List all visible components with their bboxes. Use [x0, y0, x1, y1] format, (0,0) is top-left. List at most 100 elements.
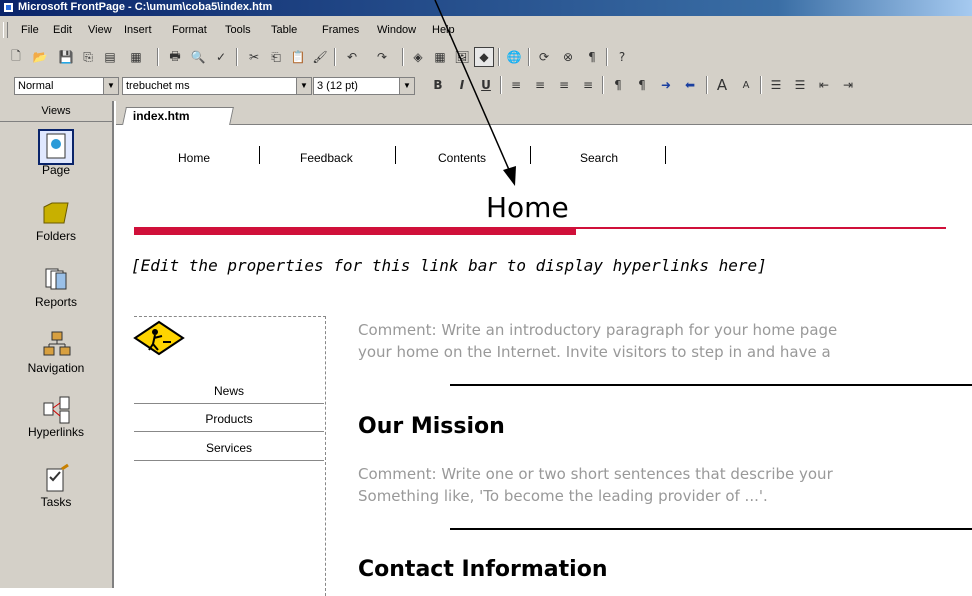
menu-table[interactable]: Table	[271, 24, 297, 36]
menu-insert[interactable]: Insert	[124, 24, 152, 36]
toolbar-separator	[706, 76, 708, 94]
nav-link-contents[interactable]: Contents	[438, 151, 486, 165]
cut-icon[interactable]: ✂	[244, 47, 264, 67]
reports-icon	[40, 263, 72, 295]
menu-window[interactable]: Window	[377, 24, 416, 36]
ltr-icon[interactable]: ¶	[608, 75, 628, 95]
menubar-grip[interactable]	[3, 22, 8, 38]
copy-icon[interactable]: ⎗	[266, 47, 286, 67]
menu-help[interactable]: Help	[432, 24, 455, 36]
comment-line: Something like, 'To become the leading p…	[358, 487, 768, 505]
align-right-icon[interactable]: ≡	[554, 75, 574, 95]
menu-format[interactable]: Format	[172, 24, 207, 36]
outdent-icon[interactable]: ⬅	[680, 75, 700, 95]
chevron-down-icon[interactable]: ▼	[399, 78, 414, 94]
views-item-page[interactable]: Page	[0, 129, 112, 177]
views-item-label: Folders	[35, 229, 76, 243]
page-icon	[38, 129, 74, 165]
side-link-news[interactable]: News	[134, 377, 324, 405]
window-title: Microsoft FrontPage - C:\umum\coba5\inde…	[18, 1, 273, 13]
nav-link-search[interactable]: Search	[580, 151, 618, 165]
side-link-services[interactable]: Services	[134, 434, 324, 462]
intro-comment[interactable]: Comment: Write an introductory paragraph…	[358, 319, 837, 363]
frontpage-app-icon[interactable]	[3, 2, 14, 13]
undo-icon[interactable]: ↶	[342, 47, 362, 67]
indent-icon[interactable]: ➜	[656, 75, 676, 95]
tasks-icon	[40, 463, 72, 495]
open-icon[interactable]: 📂	[30, 47, 50, 67]
insert-picture-icon[interactable]: 🖼	[452, 47, 472, 67]
bold-button[interactable]: B	[428, 75, 448, 95]
views-toggle-icon[interactable]: ▦	[126, 47, 146, 67]
style-dropdown[interactable]: Normal ▼	[14, 77, 119, 95]
mission-heading: Our Mission	[358, 414, 505, 439]
font-dropdown[interactable]: trebuchet ms ▼	[122, 77, 312, 95]
hyperlinks-icon	[40, 393, 72, 425]
tab-index[interactable]: index.htm	[122, 107, 234, 125]
insert-table-icon[interactable]: ▦	[430, 47, 450, 67]
toolbar-separator	[236, 48, 238, 66]
toolbar-separator	[402, 48, 404, 66]
new-page-icon[interactable]: 🗋	[6, 47, 26, 67]
views-bar: Views Page Folders Reports Navigation Hy…	[0, 101, 114, 588]
mission-comment[interactable]: Comment: Write one or two short sentence…	[358, 463, 833, 507]
nav-link-feedback[interactable]: Feedback	[300, 151, 353, 165]
side-divider	[134, 431, 324, 432]
views-item-navigation[interactable]: Navigation	[0, 329, 112, 375]
menu-view[interactable]: View	[88, 24, 112, 36]
toolbar-separator	[602, 76, 604, 94]
toolbar-separator	[334, 48, 336, 66]
side-link-products[interactable]: Products	[134, 405, 324, 433]
menu-edit[interactable]: Edit	[53, 24, 72, 36]
save-icon[interactable]: 💾	[56, 47, 76, 67]
views-item-label: Navigation	[27, 361, 85, 375]
web-component-icon[interactable]: ◈	[408, 47, 428, 67]
increase-font-icon[interactable]: A	[712, 75, 732, 95]
align-left-icon[interactable]: ≡	[506, 75, 526, 95]
publish-icon[interactable]: ⎘	[78, 47, 98, 67]
views-item-label: Page	[41, 163, 71, 177]
chevron-down-icon[interactable]: ▼	[296, 78, 311, 94]
toolbar-separator	[498, 48, 500, 66]
bullets-icon[interactable]: ☰	[790, 75, 810, 95]
rtl-icon[interactable]: ¶	[632, 75, 652, 95]
format-painter-icon[interactable]: 🖌	[310, 47, 330, 67]
justify-icon[interactable]: ≡	[578, 75, 598, 95]
contact-heading: Contact Information	[358, 557, 608, 582]
preview-icon[interactable]: 🔍	[188, 47, 208, 67]
views-item-hyperlinks[interactable]: Hyperlinks	[0, 393, 112, 439]
title-bar: Microsoft FrontPage - C:\umum\coba5\inde…	[0, 0, 972, 16]
help-icon[interactable]: ?	[612, 47, 632, 67]
nav-separator	[395, 146, 396, 164]
paste-icon[interactable]: 📋	[288, 47, 308, 67]
align-center-icon[interactable]: ≡	[530, 75, 550, 95]
refresh-icon[interactable]: ⟳	[534, 47, 554, 67]
spelling-icon[interactable]: ✓	[211, 47, 231, 67]
views-item-tasks[interactable]: Tasks	[0, 463, 112, 509]
font-size-dropdown[interactable]: 3 (12 pt) ▼	[313, 77, 415, 95]
italic-button[interactable]: I	[452, 75, 472, 95]
heading-rule-bar	[134, 227, 576, 235]
numbering-icon[interactable]: ☰	[766, 75, 786, 95]
stop-icon[interactable]: ⊗	[558, 47, 578, 67]
print-icon[interactable]: 🖶	[165, 47, 185, 67]
nav-link-home[interactable]: Home	[178, 151, 210, 165]
linkbar-placeholder[interactable]: [Edit the properties for this link bar t…	[131, 256, 767, 275]
font-size-value: 3 (12 pt)	[317, 80, 358, 92]
underline-button[interactable]: U	[476, 75, 496, 95]
folder-list-icon[interactable]: ▤	[100, 47, 120, 67]
menu-file[interactable]: File	[21, 24, 39, 36]
drawing-icon[interactable]: ◆	[474, 47, 494, 67]
views-item-folders[interactable]: Folders	[0, 197, 112, 243]
chevron-down-icon[interactable]: ▼	[103, 78, 118, 94]
decrease-font-icon[interactable]: A	[736, 75, 756, 95]
decrease-indent-icon[interactable]: ⇤	[814, 75, 834, 95]
hyperlink-icon[interactable]: 🌐	[504, 47, 524, 67]
redo-icon[interactable]: ↷	[372, 47, 392, 67]
menu-tools[interactable]: Tools	[225, 24, 251, 36]
views-item-reports[interactable]: Reports	[0, 263, 112, 309]
page-editor[interactable]: index.htm Home Feedback Contents Search …	[116, 101, 972, 596]
menu-frames[interactable]: Frames	[322, 24, 359, 36]
show-all-icon[interactable]: ¶	[582, 47, 602, 67]
increase-indent-icon[interactable]: ⇥	[838, 75, 858, 95]
